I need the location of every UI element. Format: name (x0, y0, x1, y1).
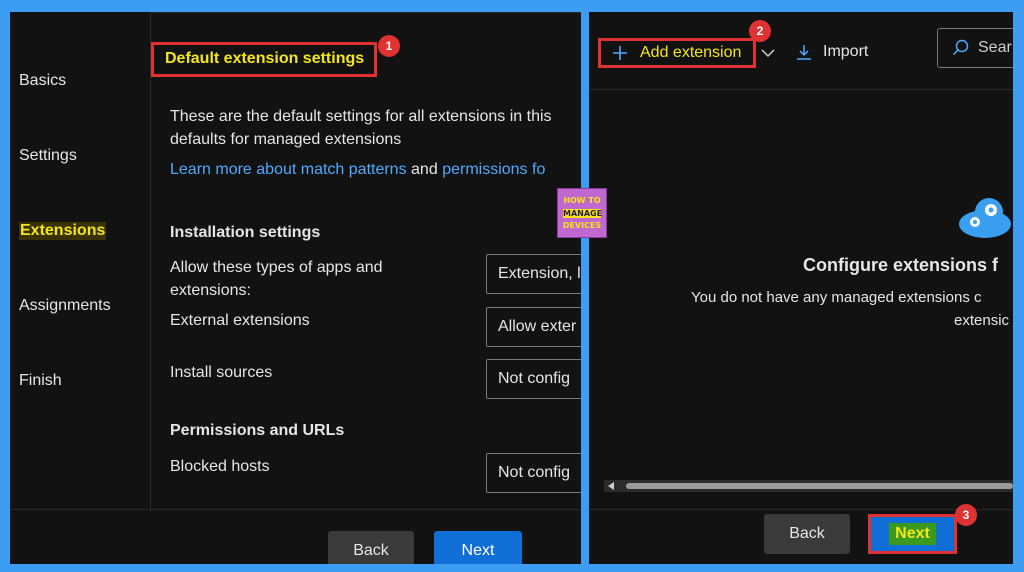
blocked-hosts-dropdown[interactable]: Not config (486, 453, 581, 493)
permissions-urls-heading: Permissions and URLs (170, 422, 345, 439)
permissions-link[interactable]: permissions fo (442, 161, 545, 178)
empty-state-line-2: extensic (954, 312, 1010, 329)
empty-state-title: Configure extensions f (803, 255, 999, 275)
add-extension-button[interactable]: Add extension (612, 41, 741, 65)
horizontal-scrollbar[interactable] (604, 480, 1013, 492)
nav-item-assignments[interactable]: Assignments (19, 297, 111, 315)
description-line-1: These are the default settings for all e… (170, 108, 552, 125)
footer-divider (10, 509, 581, 510)
scroll-left-icon[interactable] (608, 482, 614, 490)
external-extensions-label: External extensions (170, 312, 310, 329)
nav-item-basics[interactable]: Basics (19, 72, 66, 90)
how-to-manage-devices-logo: HOW TO MANAGE DEVICES (557, 188, 607, 238)
search-input[interactable]: Sear (937, 28, 1013, 68)
annotation-badge-1: 1 (378, 35, 400, 57)
logo-line-3: DEVICES (562, 221, 602, 230)
toolbar-divider (589, 89, 1013, 90)
nav-item-extensions[interactable]: Extensions (19, 222, 107, 240)
next-button-highlight: Next (868, 514, 957, 554)
footer-divider (589, 509, 1013, 510)
allow-types-label-1: Allow these types of apps and (170, 259, 383, 276)
nav-item-finish[interactable]: Finish (19, 372, 62, 390)
installation-settings-heading: Installation settings (170, 224, 321, 241)
install-sources-dropdown[interactable]: Not config (486, 359, 581, 399)
search-icon (952, 39, 970, 57)
description-line-2: defaults for managed extensions (170, 131, 402, 148)
nav-divider (150, 12, 151, 512)
chevron-down-icon[interactable] (761, 45, 775, 63)
section-heading: Default extension settings (151, 42, 377, 77)
logo-line-2: MANAGE (563, 209, 603, 218)
content-divider (150, 12, 581, 13)
plus-icon (612, 45, 628, 61)
blocked-hosts-label: Blocked hosts (170, 458, 270, 475)
empty-state-line-1: You do not have any managed extensions c (691, 289, 982, 306)
extensions-list-panel: Add extension 2 Import Sear Configure ex… (589, 12, 1013, 564)
nav-item-settings[interactable]: Settings (19, 147, 77, 165)
back-button[interactable]: Back (328, 531, 414, 564)
next-button[interactable]: Next (889, 523, 936, 545)
install-sources-label: Install sources (170, 364, 273, 381)
allow-types-label-2: extensions: (170, 282, 251, 299)
add-extension-label: Add extension (640, 44, 742, 61)
extension-settings-panel: Basics Settings Extensions Assignments F… (10, 12, 581, 564)
cloud-gear-icon (957, 192, 1013, 245)
annotation-badge-3: 3 (955, 504, 977, 526)
allow-types-dropdown[interactable]: Extension, l (486, 254, 581, 294)
scrollbar-thumb[interactable] (626, 483, 1013, 489)
external-extensions-dropdown[interactable]: Allow exter (486, 307, 581, 347)
match-patterns-link[interactable]: Learn more about match patterns (170, 161, 407, 178)
help-links: Learn more about match patterns and perm… (170, 161, 545, 179)
import-button[interactable]: Import (795, 40, 868, 64)
import-label: Import (823, 43, 869, 60)
search-placeholder: Sear (978, 39, 1012, 56)
annotation-badge-2: 2 (749, 20, 771, 42)
download-icon (795, 43, 813, 61)
back-button[interactable]: Back (764, 514, 850, 554)
next-button[interactable]: Next (434, 531, 522, 564)
and-text: and (411, 161, 438, 178)
logo-line-1: HOW TO (563, 196, 601, 205)
